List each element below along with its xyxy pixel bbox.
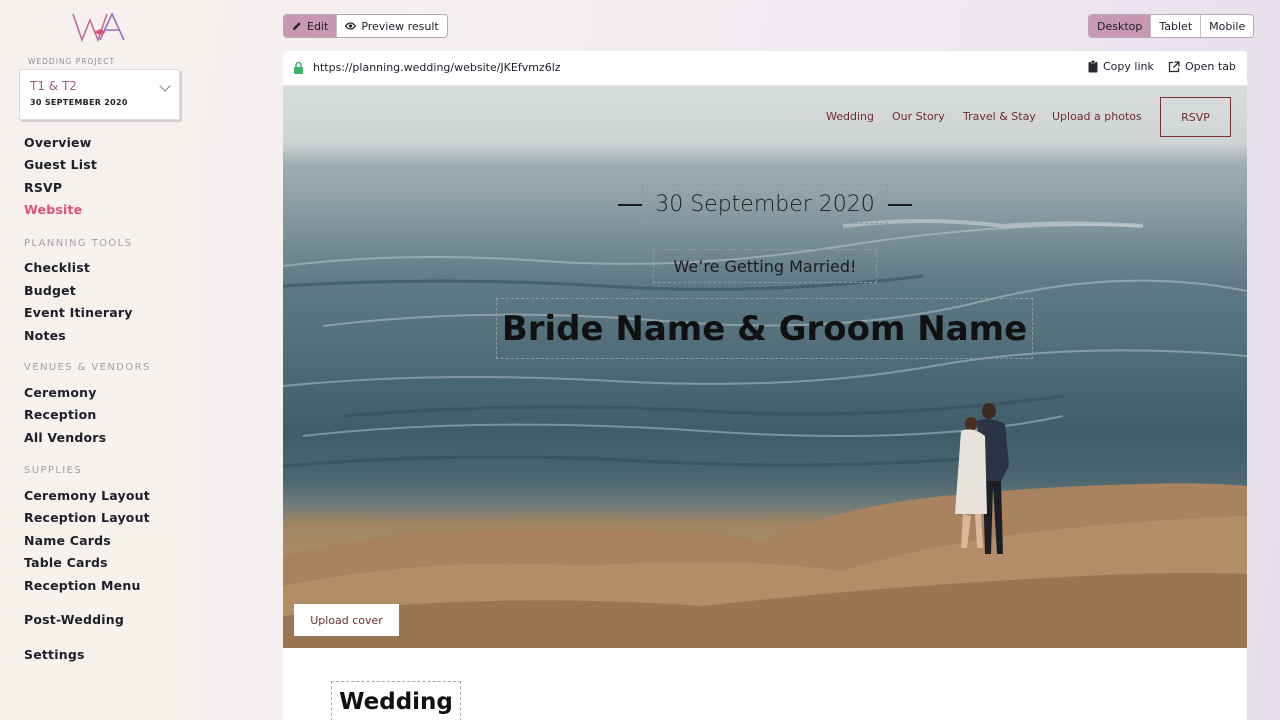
nav-settings[interactable]: Settings: [24, 647, 85, 662]
project-date: 30 SEPTEMBER 2020: [30, 98, 128, 107]
section-title-wedding[interactable]: Wedding: [331, 681, 461, 720]
device-tablet-button[interactable]: Tablet: [1151, 15, 1202, 37]
copy-link-label: Copy link: [1103, 60, 1154, 73]
site-nav-travel-stay[interactable]: Travel & Stay: [963, 110, 1036, 123]
open-tab-button[interactable]: Open tab: [1168, 60, 1236, 73]
couple-figure: [955, 403, 1009, 554]
url-bar: https://planning.wedding/website/JKEfvmz…: [283, 51, 1247, 86]
copy-link-button[interactable]: Copy link: [1088, 60, 1154, 73]
cover-photo: [283, 219, 1247, 648]
nav-name-cards[interactable]: Name Cards: [24, 533, 111, 548]
section-supplies: SUPPLIES: [24, 465, 83, 476]
nav-ceremony-layout[interactable]: Ceremony Layout: [24, 488, 150, 503]
mode-toggle: Edit Preview result: [283, 14, 448, 38]
preview-label: Preview result: [361, 19, 439, 33]
nav-notes[interactable]: Notes: [24, 328, 66, 343]
hero-tagline[interactable]: We’re Getting Married!: [653, 249, 877, 283]
open-tab-label: Open tab: [1185, 60, 1236, 73]
project-name: T1 & T2: [30, 79, 77, 93]
nav-website[interactable]: Website: [24, 202, 82, 217]
lock-icon: [294, 61, 303, 74]
clipboard-icon: [1088, 60, 1098, 73]
chevron-down-icon: [159, 80, 171, 92]
nav-event-itinerary[interactable]: Event Itinerary: [24, 305, 133, 320]
edit-button[interactable]: Edit: [284, 15, 338, 37]
nav-ceremony[interactable]: Ceremony: [24, 385, 97, 400]
hero-date[interactable]: 30 September 2020: [642, 184, 888, 224]
nav-table-cards[interactable]: Table Cards: [24, 555, 108, 570]
external-link-icon: [1168, 60, 1180, 72]
nav-reception-menu[interactable]: Reception Menu: [24, 578, 141, 593]
site-nav-wedding[interactable]: Wedding: [826, 110, 874, 123]
pencil-icon: [293, 22, 301, 30]
hero-couple-names[interactable]: Bride Name & Groom Name: [496, 298, 1033, 359]
nav-all-vendors[interactable]: All Vendors: [24, 430, 106, 445]
url-text[interactable]: https://planning.wedding/website/JKEfvmz…: [313, 61, 561, 74]
project-selector[interactable]: T1 & T2 30 SEPTEMBER 2020: [19, 69, 180, 120]
date-divider-left: [618, 204, 642, 206]
device-mobile-button[interactable]: Mobile: [1201, 15, 1253, 37]
edit-label: Edit: [307, 19, 329, 33]
nav-checklist[interactable]: Checklist: [24, 260, 90, 275]
device-toggle: Desktop Tablet Mobile: [1088, 14, 1255, 38]
nav-reception-layout[interactable]: Reception Layout: [24, 510, 150, 525]
hero-cover: Wedding Our Story Travel & Stay Upload a…: [283, 86, 1247, 648]
website-preview-frame: https://planning.wedding/website/JKEfvmz…: [283, 51, 1247, 720]
site-nav-our-story[interactable]: Our Story: [892, 110, 945, 123]
nav-rsvp[interactable]: RSVP: [24, 180, 62, 195]
nav-guest-list[interactable]: Guest List: [24, 157, 97, 172]
project-label: WEDDING PROJECT: [28, 57, 116, 66]
section-venues-vendors: VENUES & VENDORS: [24, 362, 151, 373]
site-rsvp-button[interactable]: RSVP: [1160, 97, 1231, 137]
device-desktop-button[interactable]: Desktop: [1089, 15, 1152, 37]
site-nav-upload-photos[interactable]: Upload a photos: [1052, 110, 1142, 123]
section-planning-tools: PLANNING TOOLS: [24, 238, 133, 249]
app-logo[interactable]: [70, 10, 130, 44]
nav-reception[interactable]: Reception: [24, 407, 97, 422]
eye-icon: [345, 22, 357, 30]
nav-overview[interactable]: Overview: [24, 135, 91, 150]
sidebar: WEDDING PROJECT T1 & T2 30 SEPTEMBER 202…: [0, 0, 200, 720]
nav-budget[interactable]: Budget: [24, 283, 76, 298]
upload-cover-button[interactable]: Upload cover: [294, 604, 399, 636]
preview-button[interactable]: Preview result: [337, 15, 446, 37]
nav-post-wedding[interactable]: Post-Wedding: [24, 612, 124, 627]
date-divider-right: [888, 204, 912, 206]
